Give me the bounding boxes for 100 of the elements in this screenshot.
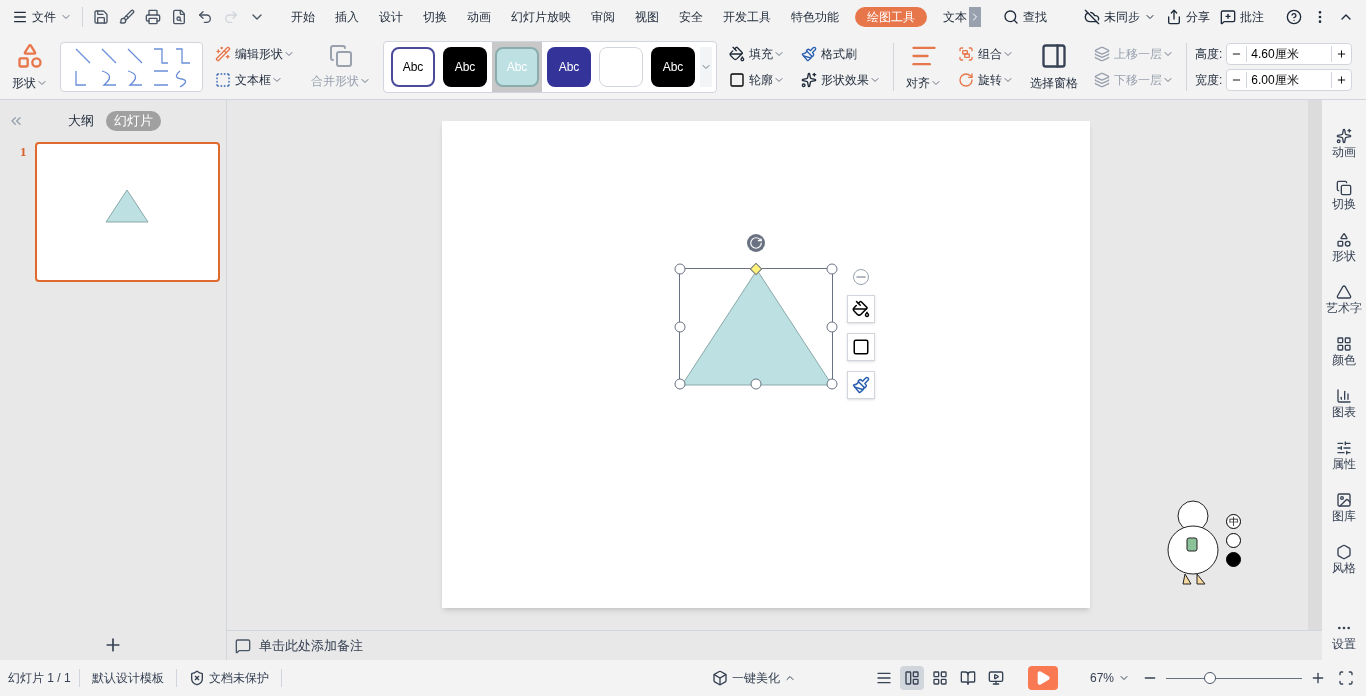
help-icon[interactable] [1286,9,1302,25]
copy-icon [1336,180,1352,196]
printer-icon[interactable] [145,9,161,25]
zoom-in-icon[interactable] [1310,670,1326,686]
resize-handle[interactable] [826,321,838,332]
selection-pane-button[interactable]: 选择窗格 [1026,41,1082,92]
adjust-handle[interactable] [749,262,763,276]
format-painter-button[interactable]: 格式刷 [797,44,885,63]
menu-tab[interactable]: 动画 [463,8,495,26]
template-name: 默认设计模板 [79,669,177,687]
comment-button[interactable]: 批注 [1220,8,1264,26]
grid-view-icon[interactable] [931,670,948,686]
resize-handle[interactable] [826,378,838,390]
beautify-button[interactable]: 一键美化 [711,669,796,687]
panel-tab[interactable]: 大纲 [64,111,98,131]
sync-button[interactable]: 未同步 [1084,8,1156,26]
menu-tab[interactable]: 安全 [675,8,707,26]
group-button[interactable]: 组合 [954,44,1018,63]
menu-tab[interactable]: 视图 [631,8,663,26]
save-icon[interactable] [93,9,109,25]
ime-indicator[interactable]: 中 [1226,514,1241,529]
share-button[interactable]: 分享 [1166,8,1210,26]
reading-view-icon[interactable] [959,670,976,686]
sidebar-item[interactable]: 颜色 [1332,336,1356,368]
shape-button[interactable]: 形状 [8,41,52,92]
group-icon [958,45,974,62]
presenter-view-icon[interactable] [987,670,1004,686]
play-button[interactable] [1027,666,1058,690]
settings-button[interactable]: 设置 [1332,620,1356,660]
protection-status[interactable]: 文档未保护 [176,669,282,687]
triangle-shape [105,189,149,223]
menu-tab[interactable]: 开始 [287,8,319,26]
menu-icon [12,9,28,25]
menu-tab[interactable]: 开发工具 [719,8,775,26]
sidebar-item[interactable]: 形状 [1332,232,1356,264]
edit-shape-button[interactable]: 编辑形状 [211,44,299,63]
sidebar-item[interactable]: 图库 [1332,492,1356,524]
style-preset[interactable]: Abc [547,46,591,87]
menu-tab[interactable]: 审阅 [587,8,619,26]
sliders-icon [1336,440,1352,456]
menu-tab[interactable]: 插入 [331,8,363,26]
resize-handle[interactable] [826,263,838,275]
sidebar-item[interactable]: 动画 [1332,128,1356,160]
rotate-button[interactable]: 旋转 [954,70,1018,89]
style-preset[interactable]: Abc [651,46,695,87]
sidebar-item[interactable]: 风格 [1332,544,1356,576]
shapes-icon [16,41,44,70]
notes-view-icon[interactable] [875,670,892,686]
size-label: 高度: [1195,45,1223,63]
sidebar-item[interactable]: 属性 [1332,440,1356,472]
brush-icon[interactable] [847,371,875,399]
bar-chart-icon [1336,388,1352,404]
resize-handle[interactable] [674,378,686,390]
menu-tab[interactable]: 文本 [939,8,971,26]
resize-handle[interactable] [674,321,686,332]
zoom-slider[interactable] [1166,671,1302,685]
preview-icon[interactable] [171,9,187,25]
sparkle-icon [801,71,817,88]
normal-view-icon[interactable] [899,666,924,690]
menu-tab[interactable]: 特色功能 [787,8,843,26]
menu-tab[interactable]: 幻灯片放映 [507,8,575,26]
resize-handle[interactable] [674,263,686,275]
overlap-icon [329,43,353,68]
scrollbar[interactable] [1308,100,1322,630]
slide-thumbnail[interactable] [34,142,220,282]
brush-icon[interactable] [119,9,135,25]
style-preset[interactable]: Abc [443,46,487,87]
fill-button[interactable]: 填充 [725,44,789,63]
notes-placeholder[interactable]: 单击此处添加备注 [259,635,363,656]
fit-window-icon[interactable] [1338,670,1354,686]
outline-icon[interactable] [847,333,875,361]
sidebar-item[interactable]: 切换 [1332,180,1356,212]
rotate-handle[interactable] [747,234,765,252]
size-field[interactable]: 4.60厘米 [1226,42,1353,65]
fill-icon[interactable] [847,295,875,323]
align-button[interactable]: 对齐 [902,41,946,92]
resize-handle[interactable] [750,378,762,390]
outline-button[interactable]: 轮廓 [725,70,789,89]
search-icon [1003,9,1019,25]
rotate-icon [958,71,974,88]
menu-tab[interactable]: 设计 [375,8,407,26]
square-icon [729,71,745,88]
size-field[interactable]: 6.00厘米 [1226,68,1353,91]
note-icon [235,637,251,654]
sidebar-item[interactable]: 图表 [1332,388,1356,420]
size-label: 宽度: [1195,71,1223,89]
share-icon [1166,9,1182,25]
shape-effects-button[interactable]: 形状效果 [797,70,885,89]
style-preset[interactable]: Abc [391,46,435,87]
menu-tab[interactable]: 切换 [419,8,451,26]
file-menu[interactable]: 文件 [12,8,72,26]
shield-icon [188,670,205,686]
search-button[interactable]: 查找 [1003,8,1047,26]
wand-icon [215,45,231,62]
text-box-button[interactable]: 文本框 [211,70,299,89]
sidebar-item[interactable]: 艺术字 [1326,284,1362,316]
slider-thumb[interactable] [1203,672,1216,684]
zoom-menu[interactable]: 67% [1089,669,1130,687]
slide-number: 1 [20,143,27,161]
undo-icon[interactable] [197,9,213,25]
